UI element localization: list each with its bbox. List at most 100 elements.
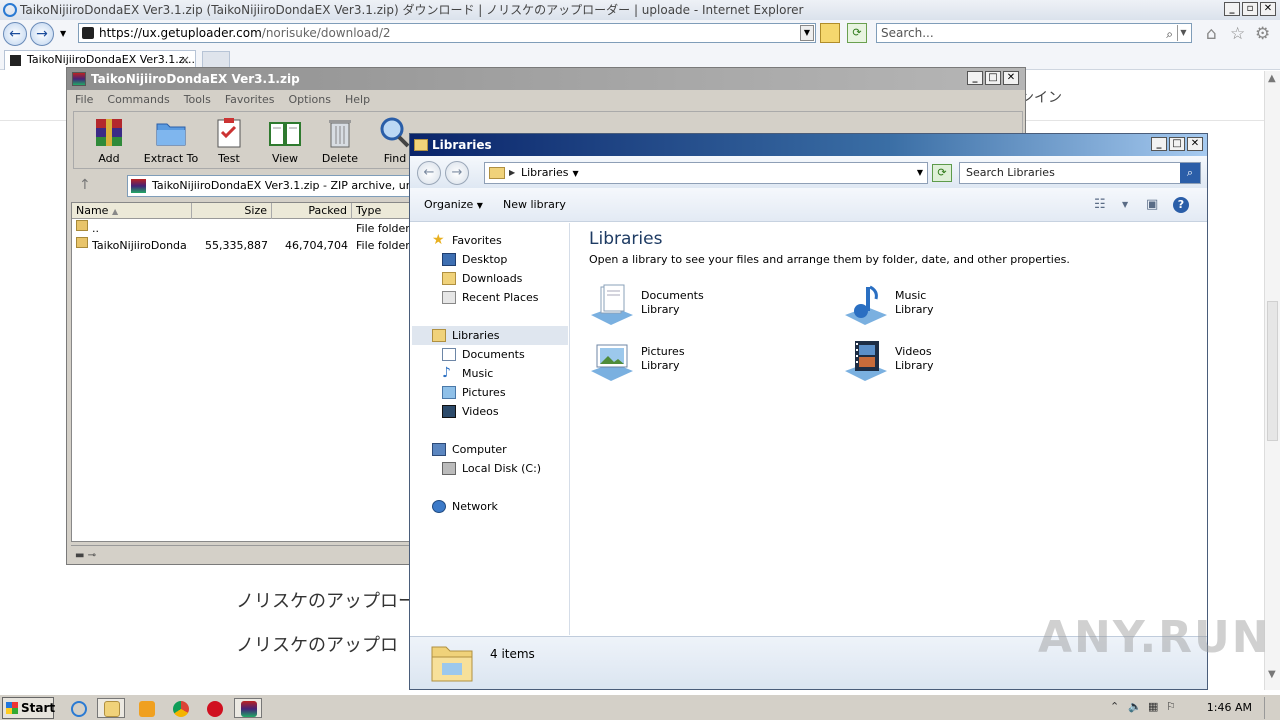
favorites-star-icon: ★ [432, 232, 445, 248]
explorer-refresh-button[interactable]: ⟳ [932, 164, 952, 182]
clock[interactable]: 1:46 AM [1207, 701, 1252, 714]
security-lock-icon[interactable] [820, 23, 840, 43]
network-tray-icon[interactable]: ▦ [1148, 700, 1158, 713]
web-heading-2: ノリスケのアップロ [236, 635, 398, 656]
view-options-chevron-icon[interactable]: ▼ [1122, 200, 1128, 209]
scroll-up-icon[interactable]: ▲ [1268, 73, 1276, 84]
nav-pictures[interactable]: Pictures [442, 383, 562, 402]
column-type[interactable]: Type [352, 203, 412, 219]
refresh-button[interactable]: ⟳ [847, 23, 867, 43]
preview-pane-icon[interactable]: ▣ [1146, 197, 1158, 212]
help-icon[interactable]: ? [1173, 197, 1189, 213]
search-icon[interactable]: ⌕ [1180, 163, 1200, 183]
nav-favorites[interactable]: ★ Favorites [432, 231, 562, 250]
gear-icon[interactable]: ⚙ [1255, 24, 1270, 44]
library-videos[interactable]: Videos Library [843, 339, 1073, 387]
column-size[interactable]: Size [192, 203, 272, 219]
winrar-file-list[interactable]: Name ▲ Size Packed Type .. File folder T… [71, 202, 412, 542]
table-row[interactable]: .. File folder [72, 220, 412, 237]
organize-button[interactable]: Organize ▼ [424, 198, 483, 211]
library-pictures[interactable]: Pictures Library [589, 339, 819, 387]
taskbar-explorer-icon[interactable] [97, 698, 125, 718]
forward-arrow-icon: → [451, 165, 463, 180]
close-button[interactable]: ✕ [1187, 137, 1203, 151]
back-button[interactable]: ← [3, 22, 27, 46]
explorer-forward-button[interactable]: → [445, 161, 469, 185]
nav-desktop[interactable]: Desktop [442, 250, 562, 269]
anyrun-watermark: ANY.RUN [1038, 612, 1271, 663]
taskbar-ie-icon[interactable] [64, 698, 92, 718]
address-bar[interactable]: https://ux.getuploader.com/norisuke/down… [78, 23, 816, 43]
maximize-button[interactable]: □ [1169, 137, 1185, 151]
menu-help[interactable]: Help [345, 90, 370, 109]
breadcrumb-libraries[interactable]: Libraries [521, 166, 569, 179]
taskbar-chrome-icon[interactable] [166, 698, 194, 718]
change-view-icon[interactable]: ☷ [1094, 197, 1106, 212]
libraries-icon [489, 167, 505, 179]
winrar-list-header: Name ▲ Size Packed Type [72, 203, 412, 219]
close-button[interactable]: ✕ [1260, 2, 1276, 16]
search-dropdown-icon[interactable]: ▼ [1177, 25, 1189, 41]
menu-favorites[interactable]: Favorites [225, 90, 275, 109]
winrar-path-field[interactable]: TaikoNijiiroDondaEX Ver3.1.zip - ZIP arc… [127, 175, 427, 197]
history-dropdown-icon[interactable]: ▼ [60, 29, 66, 38]
column-packed[interactable]: Packed [272, 203, 352, 219]
column-name[interactable]: Name ▲ [72, 203, 192, 219]
search-icon[interactable]: ⌕ [1166, 25, 1173, 43]
action-center-flag-icon[interactable]: ⚐ [1166, 700, 1176, 713]
tray-expand-icon[interactable]: ⌃ [1110, 700, 1119, 713]
forward-button[interactable]: → [30, 22, 54, 46]
windows-logo-icon [6, 702, 18, 714]
drive-icon[interactable]: ▬ ⊸ [75, 550, 96, 561]
ie-window-title: TaikoNijiiroDondaEX Ver3.1.zip (TaikoNij… [20, 3, 804, 17]
add-button[interactable]: Add [74, 114, 144, 165]
restore-button[interactable]: ▫ [1242, 2, 1258, 16]
page-scrollbar[interactable]: ▲ ▼ [1264, 71, 1280, 690]
explorer-search-input[interactable]: Search Libraries ⌕ [959, 162, 1201, 184]
explorer-back-button[interactable]: ← [417, 161, 441, 185]
breadcrumb-dropdown-icon[interactable]: ▼ [573, 169, 579, 178]
ie-search-input[interactable]: Search... ⌕ ▼ [876, 23, 1192, 43]
library-documents[interactable]: Documents Library [589, 283, 819, 331]
address-dropdown-icon[interactable]: ▼ [800, 25, 814, 41]
delete-label: Delete [321, 152, 359, 165]
minimize-button[interactable]: _ [1224, 2, 1240, 16]
up-arrow-icon[interactable]: ↑ [79, 177, 91, 193]
nav-music[interactable]: ♪ Music [442, 364, 562, 383]
menu-file[interactable]: File [75, 90, 93, 109]
address-dropdown-icon[interactable]: ▼ [917, 163, 923, 183]
minimize-button[interactable]: _ [1151, 137, 1167, 151]
nav-videos[interactable]: Videos [442, 402, 562, 421]
nav-computer[interactable]: Computer [432, 440, 562, 459]
taskbar-winrar-icon[interactable] [234, 698, 262, 718]
favorites-star-icon[interactable]: ☆ [1230, 24, 1245, 44]
nav-network[interactable]: Network [432, 497, 562, 516]
scroll-down-icon[interactable]: ▼ [1268, 669, 1276, 680]
nav-libraries[interactable]: Libraries [412, 326, 568, 345]
nav-downloads[interactable]: Downloads [442, 269, 562, 288]
volume-icon[interactable]: 🔈 [1128, 700, 1142, 713]
menu-tools[interactable]: Tools [184, 90, 211, 109]
web-header-text[interactable]: ンイン [1020, 87, 1062, 107]
close-button[interactable]: ✕ [1003, 71, 1019, 85]
taskbar-media-player-icon[interactable] [132, 698, 160, 718]
maximize-button[interactable]: □ [985, 71, 1001, 85]
explorer-address-bar[interactable]: ▶ Libraries ▼ ▼ [484, 162, 928, 184]
scrollbar-thumb[interactable] [1267, 301, 1278, 441]
winrar-menu-bar: File Commands Tools Favorites Options He… [67, 90, 1025, 109]
library-music[interactable]: Music Library [843, 283, 1073, 331]
nav-local-disk[interactable]: Local Disk (C:) [442, 459, 562, 478]
breadcrumb-separator-icon[interactable]: ▶ [509, 163, 515, 183]
taskbar-opera-icon[interactable] [200, 698, 228, 718]
minimize-button[interactable]: _ [967, 71, 983, 85]
home-icon[interactable]: ⌂ [1206, 24, 1217, 44]
table-row[interactable]: TaikoNijiiroDonda... 55,335,887 46,704,7… [72, 237, 412, 254]
explorer-search-placeholder: Search Libraries [966, 166, 1055, 179]
show-desktop-button[interactable] [1264, 697, 1278, 719]
start-button[interactable]: Start [2, 697, 55, 719]
menu-options[interactable]: Options [289, 90, 331, 109]
menu-commands[interactable]: Commands [107, 90, 169, 109]
new-library-button[interactable]: New library [503, 198, 566, 211]
nav-documents[interactable]: Documents [442, 345, 562, 364]
nav-recent-places[interactable]: Recent Places [442, 288, 562, 307]
